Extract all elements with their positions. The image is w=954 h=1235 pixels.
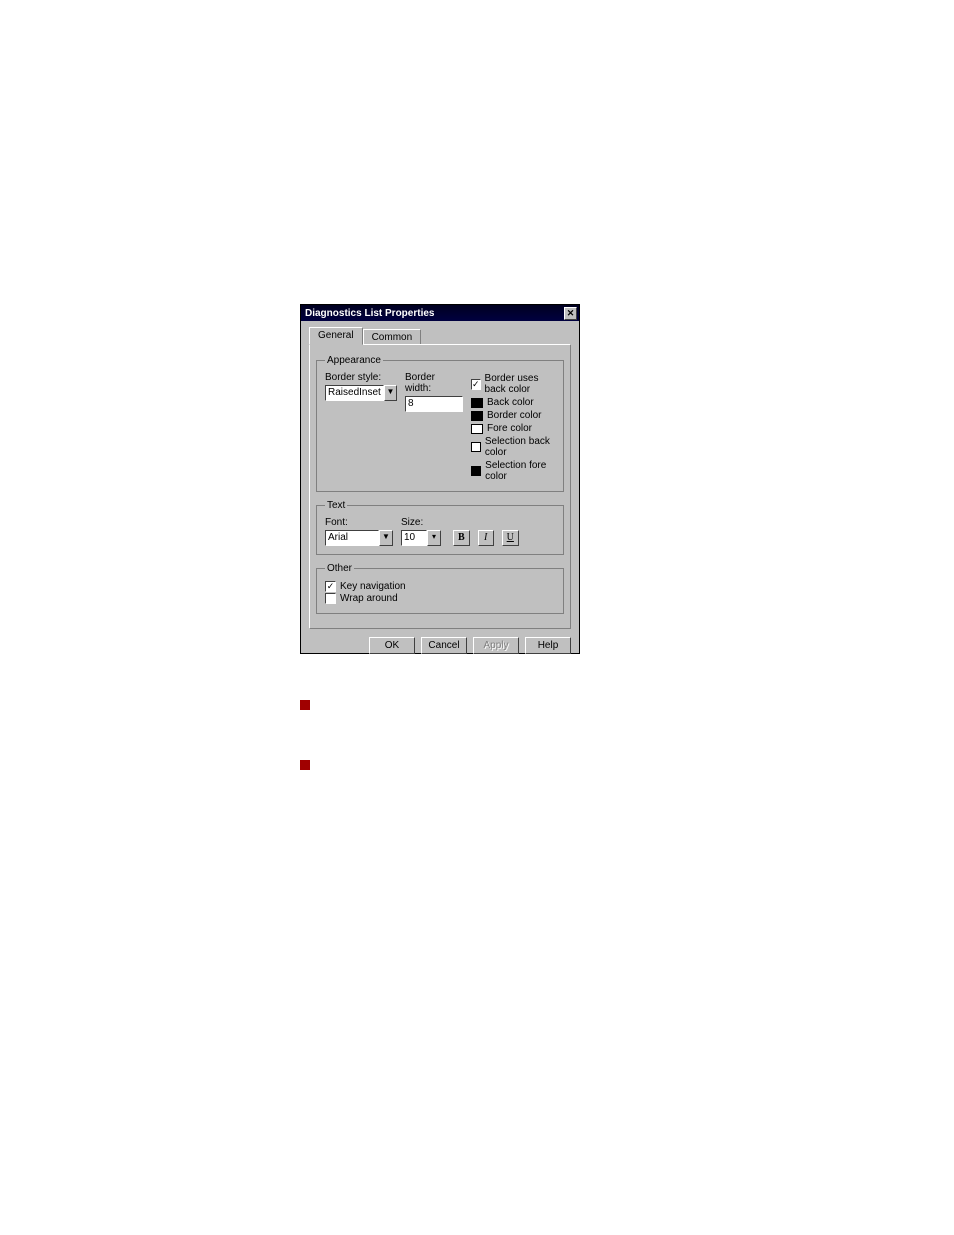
- fore-color-row[interactable]: Fore color: [471, 423, 555, 434]
- border-color-row[interactable]: Border color: [471, 410, 555, 421]
- back-color-row[interactable]: Back color: [471, 397, 555, 408]
- apply-button[interactable]: Apply: [473, 637, 519, 654]
- cancel-button[interactable]: Cancel: [421, 637, 467, 654]
- help-button[interactable]: Help: [525, 637, 571, 654]
- key-navigation-label: Key navigation: [340, 581, 406, 592]
- font-label: Font:: [325, 517, 393, 528]
- selection-back-color-row[interactable]: Selection back color: [471, 436, 555, 458]
- wrap-around-checkbox[interactable]: Wrap around: [325, 593, 555, 604]
- back-color-label: Back color: [487, 397, 534, 408]
- checkbox-icon: ✓: [471, 379, 481, 390]
- font-combo[interactable]: Arial ▼: [325, 530, 393, 546]
- selection-fore-color-row[interactable]: Selection fore color: [471, 460, 555, 482]
- border-uses-back-color-label: Border uses back color: [485, 373, 555, 395]
- border-uses-back-color-checkbox[interactable]: ✓ Border uses back color: [471, 373, 555, 395]
- size-spinner[interactable]: 10 ▾: [401, 530, 445, 546]
- close-icon[interactable]: ✕: [564, 307, 577, 320]
- border-style-label: Border style:: [325, 372, 397, 383]
- wrap-around-label: Wrap around: [340, 593, 398, 604]
- selection-back-color-swatch: [471, 442, 481, 452]
- page-bullet: [300, 700, 310, 710]
- selection-back-color-label: Selection back color: [485, 436, 555, 458]
- selection-fore-color-swatch: [471, 466, 481, 476]
- window-title: Diagnostics List Properties: [305, 308, 434, 319]
- underline-button[interactable]: U: [502, 530, 519, 546]
- tab-general[interactable]: General: [309, 327, 363, 345]
- key-navigation-checkbox[interactable]: ✓ Key navigation: [325, 581, 555, 592]
- border-style-value: RaisedInset: [325, 385, 384, 401]
- chevron-down-icon[interactable]: ▼: [384, 385, 397, 401]
- checkbox-icon: ✓: [325, 581, 336, 592]
- group-text: Text Font: Arial ▼ Size: 10: [316, 500, 564, 555]
- diagnostics-list-properties-dialog: Diagnostics List Properties ✕ General Co…: [300, 304, 580, 654]
- ok-button[interactable]: OK: [369, 637, 415, 654]
- selection-fore-color-label: Selection fore color: [485, 460, 555, 482]
- border-style-combo[interactable]: RaisedInset ▼: [325, 385, 397, 401]
- border-color-label: Border color: [487, 410, 541, 421]
- fore-color-label: Fore color: [487, 423, 532, 434]
- size-label: Size:: [401, 517, 445, 528]
- tab-common[interactable]: Common: [363, 329, 422, 345]
- back-color-swatch: [471, 398, 483, 408]
- border-width-input[interactable]: 8: [405, 396, 463, 412]
- group-appearance: Appearance Border style: RaisedInset ▼ B…: [316, 355, 564, 492]
- tab-panel-general: Appearance Border style: RaisedInset ▼ B…: [309, 344, 571, 629]
- page-bullet: [300, 760, 310, 770]
- border-color-swatch: [471, 411, 483, 421]
- group-other-legend: Other: [325, 563, 354, 574]
- group-appearance-legend: Appearance: [325, 355, 383, 366]
- titlebar[interactable]: Diagnostics List Properties ✕: [301, 305, 579, 321]
- chevron-down-icon[interactable]: ▼: [379, 530, 393, 546]
- checkbox-icon: [325, 593, 336, 604]
- group-text-legend: Text: [325, 500, 347, 511]
- chevron-down-icon[interactable]: ▾: [427, 530, 441, 546]
- size-value: 10: [401, 530, 427, 546]
- italic-button[interactable]: I: [478, 530, 494, 546]
- bold-button[interactable]: B: [453, 530, 470, 546]
- group-other: Other ✓ Key navigation Wrap around: [316, 563, 564, 614]
- border-width-label: Border width:: [405, 372, 463, 394]
- font-value: Arial: [325, 530, 379, 546]
- fore-color-swatch: [471, 424, 483, 434]
